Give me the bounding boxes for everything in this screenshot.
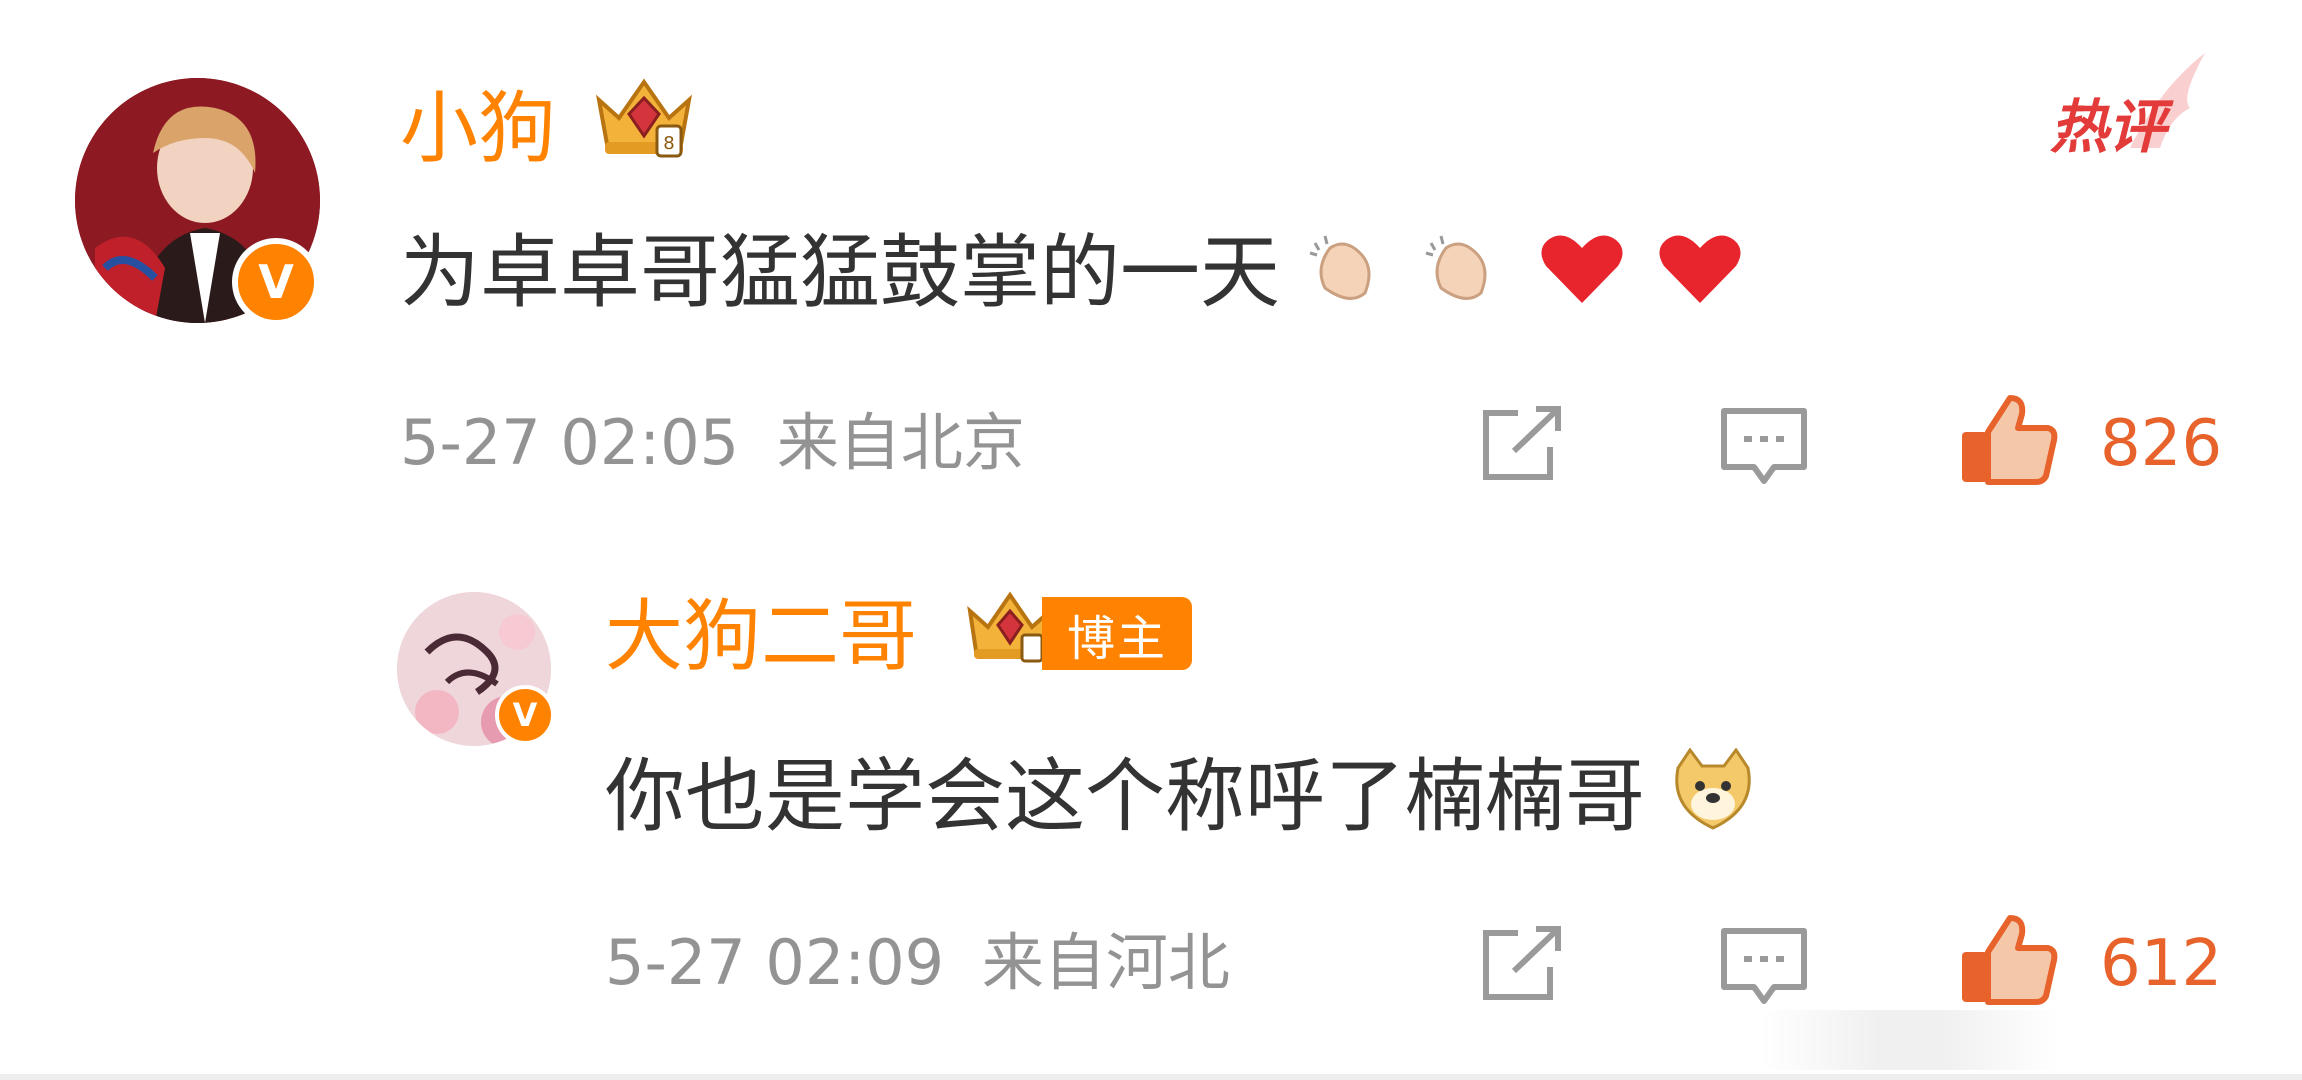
share-icon[interactable] xyxy=(1478,405,1568,485)
comment-username[interactable]: 小狗 xyxy=(400,90,556,168)
like-count: 612 xyxy=(2100,927,2223,1001)
reply-comment-icon[interactable] xyxy=(1718,405,1810,489)
like-thumb-icon[interactable] xyxy=(1958,912,2058,1007)
comment-time: 5-27 02:09 xyxy=(605,926,945,999)
doge-face-icon xyxy=(1645,747,1756,843)
bottom-divider xyxy=(0,1074,2302,1080)
comment-time: 5-27 02:05 xyxy=(400,406,740,479)
reply-username[interactable]: 大狗二哥 xyxy=(605,598,917,676)
blogger-badge: 博主 xyxy=(1042,597,1192,670)
comment-meta: 5-27 02:09 来自河北 xyxy=(605,932,1230,994)
comment-meta: 5-27 02:05 来自北京 xyxy=(400,412,1025,474)
red-heart-icon xyxy=(1628,226,1745,319)
share-icon[interactable] xyxy=(1478,925,1568,1005)
comment-text: 为卓卓哥猛猛鼓掌的一天 xyxy=(400,228,1746,313)
svg-text:8: 8 xyxy=(663,133,674,154)
verified-badge-icon: V xyxy=(495,685,555,745)
hot-comment-tag: 热评 xyxy=(2050,93,2167,161)
crown-icon: 8 xyxy=(585,72,703,162)
like-thumb-icon[interactable] xyxy=(1958,392,2058,487)
comment-location: 来自北京 xyxy=(776,406,1025,479)
reply-comment-icon[interactable] xyxy=(1718,925,1810,1009)
comment-location: 来自河北 xyxy=(981,926,1230,999)
bottom-fade-overlay xyxy=(1760,1010,2060,1070)
red-heart-icon xyxy=(1511,226,1628,319)
clapping-hands-icon xyxy=(1280,226,1395,319)
like-count: 826 xyxy=(2100,407,2223,481)
clapping-hands-icon xyxy=(1395,226,1510,319)
comment-text: 你也是学会这个称呼了楠楠哥 xyxy=(605,747,1756,837)
verified-badge-icon: V xyxy=(232,238,320,326)
